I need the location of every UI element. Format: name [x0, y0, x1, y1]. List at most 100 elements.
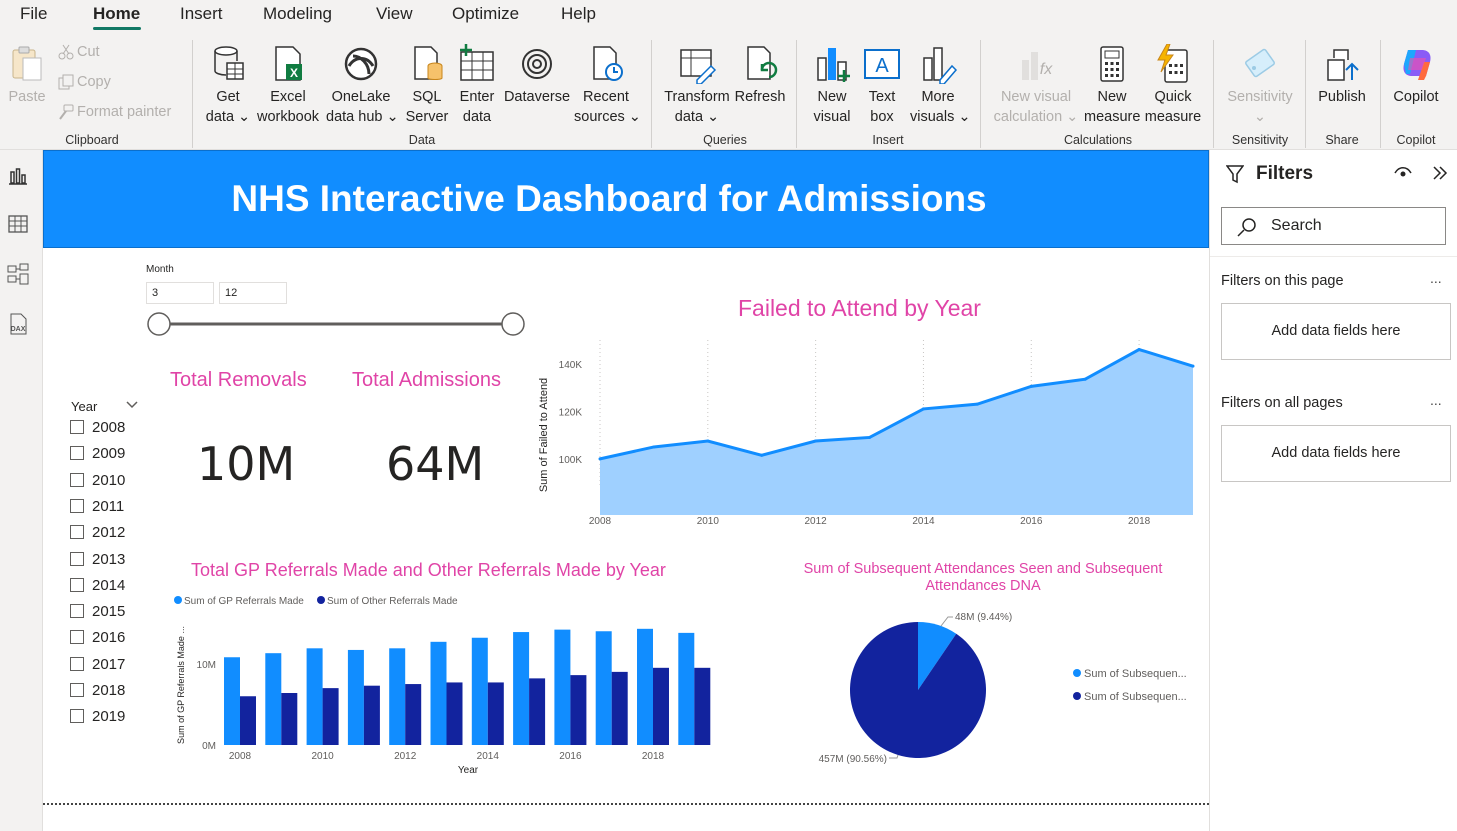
data-point[interactable] — [868, 435, 872, 439]
legend-label[interactable]: Sum of GP Referrals Made — [184, 596, 304, 607]
attendances-pie-chart[interactable]: 48M (9.44%) 457M (90.56%) Sum of Subsequen… — [793, 605, 1203, 775]
year-checkbox-item[interactable]: 2012 — [70, 524, 125, 544]
pie-slice[interactable] — [850, 622, 986, 758]
copy-button[interactable]: Copy — [58, 74, 111, 90]
paste-button[interactable]: Paste — [6, 44, 48, 107]
checkbox[interactable] — [70, 683, 84, 697]
checkbox[interactable] — [70, 577, 84, 592]
menu-file[interactable]: File — [20, 4, 47, 24]
quick-measure-button[interactable]: Quick measure — [1142, 44, 1204, 127]
more-visuals-button[interactable]: More visuals ⌄ — [910, 44, 971, 127]
year-checkbox-item[interactable]: 2018 — [70, 682, 125, 702]
bar[interactable] — [322, 688, 339, 745]
menu-view[interactable]: View — [376, 4, 413, 24]
data-point[interactable] — [706, 439, 710, 443]
excel-workbook-button[interactable]: X Excel workbook — [254, 44, 322, 127]
eye-icon[interactable] — [1394, 166, 1412, 180]
data-point[interactable] — [1029, 384, 1033, 388]
bar[interactable] — [306, 648, 323, 745]
data-point[interactable] — [598, 457, 602, 461]
onelake-data-hub-button[interactable]: OneLake data hub ⌄ — [326, 44, 399, 127]
table-view-icon[interactable] — [6, 212, 30, 236]
month-range-slider[interactable] — [143, 310, 533, 338]
bar[interactable] — [570, 675, 587, 745]
bar[interactable] — [363, 685, 380, 745]
bar[interactable] — [471, 637, 488, 745]
checkbox[interactable] — [70, 709, 84, 724]
refresh-button[interactable]: Refresh — [734, 44, 786, 107]
copilot-button[interactable]: Copilot — [1388, 44, 1444, 107]
checkbox[interactable] — [70, 630, 84, 645]
year-checkbox-item[interactable]: 2013 — [70, 551, 125, 571]
legend-label[interactable]: Sum of Other Referrals Made — [327, 596, 458, 607]
bar[interactable] — [637, 628, 653, 745]
bar[interactable] — [389, 648, 406, 745]
data-point[interactable] — [921, 407, 925, 411]
get-data-button[interactable]: Get data ⌄ — [205, 44, 251, 127]
bar[interactable] — [678, 632, 695, 745]
all-pages-filters-drop-zone[interactable]: Add data fields here — [1221, 425, 1451, 482]
data-point[interactable] — [652, 445, 656, 449]
legend-label[interactable]: Sum of Subsequen... — [1084, 691, 1187, 703]
report-view-icon[interactable] — [6, 164, 30, 188]
collapse-pane-icon[interactable] — [1432, 165, 1448, 181]
bar[interactable] — [529, 678, 546, 745]
more-options-icon[interactable]: ... — [1430, 392, 1442, 408]
model-view-icon[interactable] — [6, 262, 30, 286]
text-box-button[interactable]: A Text box — [860, 44, 904, 127]
month-min-input[interactable]: 3 — [146, 282, 214, 304]
page-filters-drop-zone[interactable]: Add data fields here — [1221, 303, 1451, 360]
checkbox[interactable] — [70, 656, 84, 671]
sensitivity-button[interactable]: Sensitivity ⌄ — [1224, 44, 1296, 127]
bar[interactable] — [347, 649, 364, 745]
checkbox[interactable] — [70, 446, 84, 461]
bar[interactable] — [281, 693, 298, 745]
year-checkbox-item[interactable]: 2009 — [70, 445, 125, 465]
data-point[interactable] — [1083, 377, 1087, 381]
data-point[interactable] — [814, 439, 818, 443]
year-checkbox-item[interactable]: 2017 — [70, 656, 125, 676]
failed-to-attend-area-chart[interactable]: 2008 2010 2012 2014 2016 2018 100K 120K 140K Sum … — [533, 335, 1203, 535]
menu-insert[interactable]: Insert — [180, 4, 223, 24]
year-checkbox-item[interactable]: 2008 — [70, 419, 125, 439]
year-checkbox-item[interactable]: 2019 — [70, 708, 125, 728]
cut-button[interactable]: Cut — [58, 44, 100, 60]
year-slicer-header[interactable]: Year — [71, 399, 97, 414]
data-point[interactable] — [1191, 364, 1195, 368]
checkbox[interactable] — [70, 525, 84, 540]
new-visual-calculation-button[interactable]: fx New visual calculation ⌄ — [992, 44, 1080, 127]
recent-sources-button[interactable]: Recent sources ⌄ — [574, 44, 641, 127]
filters-search-input[interactable]: Search — [1221, 207, 1446, 245]
slider-min-handle[interactable] — [147, 312, 171, 336]
chevron-down-icon[interactable] — [125, 399, 139, 411]
checkbox[interactable] — [70, 498, 84, 513]
menu-help[interactable]: Help — [561, 4, 596, 24]
checkbox[interactable] — [70, 472, 84, 487]
bar[interactable] — [224, 657, 240, 745]
bar[interactable] — [694, 667, 711, 745]
sql-server-button[interactable]: SQL Server — [404, 44, 450, 127]
new-visual-button[interactable]: New visual — [808, 44, 856, 127]
transform-data-button[interactable]: Transform data ⌄ — [662, 44, 732, 127]
bar[interactable] — [554, 629, 571, 745]
data-point[interactable] — [1137, 348, 1141, 352]
legend-label[interactable]: Sum of Subsequen... — [1084, 668, 1187, 680]
data-point[interactable] — [760, 453, 764, 457]
bar[interactable] — [430, 641, 447, 745]
checkbox[interactable] — [70, 551, 84, 566]
bar[interactable] — [446, 682, 463, 745]
bar[interactable] — [487, 682, 504, 745]
checkbox[interactable] — [70, 604, 84, 619]
year-checkbox-item[interactable]: 2014 — [70, 577, 125, 597]
bar[interactable] — [240, 696, 256, 745]
checkbox[interactable] — [70, 420, 84, 434]
slider-max-handle[interactable] — [501, 312, 525, 336]
year-checkbox-item[interactable]: 2010 — [70, 472, 125, 492]
dataverse-button[interactable]: Dataverse — [503, 44, 571, 107]
bar[interactable] — [513, 632, 530, 745]
year-checkbox-item[interactable]: 2016 — [70, 629, 125, 649]
year-checkbox-item[interactable]: 2015 — [70, 603, 125, 623]
referrals-bar-chart[interactable]: Sum of GP Referrals Made Sum of Other Ref… — [168, 590, 728, 780]
bar[interactable] — [265, 653, 282, 745]
dax-query-view-icon[interactable]: DAX — [6, 312, 30, 336]
